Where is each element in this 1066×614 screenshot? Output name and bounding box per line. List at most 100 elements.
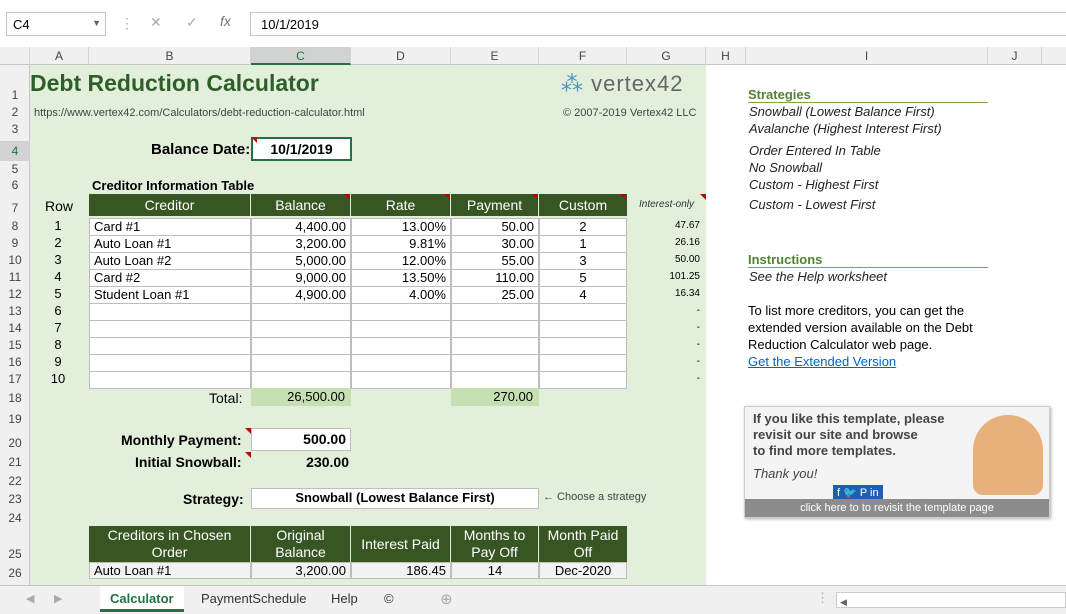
creditor-custom-cell[interactable]	[539, 371, 627, 389]
tab-copyright[interactable]: ©	[374, 586, 404, 612]
creditor-name-cell[interactable]	[89, 371, 251, 389]
column-header[interactable]: H	[706, 47, 746, 65]
horizontal-scrollbar[interactable]: ◀	[836, 592, 1066, 608]
creditor-name-cell[interactable]: Card #2	[89, 269, 251, 287]
social-icons[interactable]: f 🐦 P in	[833, 485, 883, 500]
column-header[interactable]: G	[627, 47, 706, 65]
more-icon[interactable]: ⋮	[816, 590, 829, 606]
row-header[interactable]: 24	[0, 511, 30, 525]
row-header[interactable]: 13	[0, 304, 30, 318]
row-header[interactable]: 2	[0, 105, 30, 119]
creditor-custom-cell[interactable]	[539, 303, 627, 321]
creditor-custom-cell[interactable]: 5	[539, 269, 627, 287]
row-header[interactable]: 19	[0, 412, 30, 426]
creditor-name-cell[interactable]: Auto Loan #1	[89, 235, 251, 253]
column-header[interactable]: D	[351, 47, 451, 65]
creditor-balance-cell[interactable]	[251, 320, 351, 338]
creditor-name-cell[interactable]	[89, 354, 251, 372]
creditor-payment-cell[interactable]: 30.00	[451, 235, 539, 253]
creditor-rate-cell[interactable]	[351, 303, 451, 321]
creditor-payment-cell[interactable]: 25.00	[451, 286, 539, 304]
creditor-balance-cell[interactable]	[251, 354, 351, 372]
creditor-name-cell[interactable]: Card #1	[89, 218, 251, 236]
creditor-rate-cell[interactable]	[351, 320, 451, 338]
column-header[interactable]: A	[30, 47, 89, 65]
creditor-payment-cell[interactable]: 110.00	[451, 269, 539, 287]
extended-version-link[interactable]: Get the Extended Version	[748, 354, 896, 369]
row-header[interactable]: 4	[0, 141, 30, 161]
balance-date-cell[interactable]: 10/1/2019	[251, 137, 352, 161]
creditor-balance-cell[interactable]: 3,200.00	[251, 235, 351, 253]
row-header[interactable]: 26	[0, 566, 30, 580]
creditor-payment-cell[interactable]: 55.00	[451, 252, 539, 270]
row-header[interactable]: 22	[0, 474, 30, 488]
row-header[interactable]: 7	[0, 201, 30, 215]
row-header[interactable]: 11	[0, 270, 30, 284]
creditor-balance-cell[interactable]	[251, 371, 351, 389]
column-header[interactable]: C	[251, 47, 351, 65]
row-header[interactable]: 18	[0, 391, 30, 405]
creditor-balance-cell[interactable]	[251, 337, 351, 355]
creditor-payment-cell[interactable]	[451, 371, 539, 389]
scroll-left-icon[interactable]: ◀	[26, 592, 34, 605]
creditor-rate-cell[interactable]: 13.50%	[351, 269, 451, 287]
tab-calculator[interactable]: Calculator	[100, 586, 184, 612]
row-header[interactable]: 8	[0, 219, 30, 233]
creditor-rate-cell[interactable]: 12.00%	[351, 252, 451, 270]
cancel-icon[interactable]: ✕	[150, 14, 162, 31]
creditor-custom-cell[interactable]: 1	[539, 235, 627, 253]
creditor-rate-cell[interactable]	[351, 371, 451, 389]
creditor-payment-cell[interactable]	[451, 303, 539, 321]
column-header[interactable]: B	[89, 47, 251, 65]
row-header[interactable]: 14	[0, 321, 30, 335]
row-header[interactable]: 16	[0, 355, 30, 369]
creditor-balance-cell[interactable]: 9,000.00	[251, 269, 351, 287]
creditor-balance-cell[interactable]: 4,400.00	[251, 218, 351, 236]
creditor-rate-cell[interactable]	[351, 354, 451, 372]
name-box[interactable]: C4 ▼	[6, 12, 106, 36]
row-header[interactable]: 15	[0, 338, 30, 352]
creditor-payment-cell[interactable]: 50.00	[451, 218, 539, 236]
tab-payment-schedule[interactable]: PaymentSchedule	[191, 586, 317, 612]
creditor-payment-cell[interactable]	[451, 337, 539, 355]
column-header[interactable]: F	[539, 47, 627, 65]
scroll-left-icon[interactable]: ◀	[837, 597, 847, 607]
row-header[interactable]: 21	[0, 455, 30, 469]
function-icon[interactable]: fx	[220, 13, 231, 29]
creditor-custom-cell[interactable]	[539, 354, 627, 372]
creditor-name-cell[interactable]	[89, 303, 251, 321]
creditor-balance-cell[interactable]: 4,900.00	[251, 286, 351, 304]
chevron-down-icon[interactable]: ▼	[92, 18, 101, 28]
url-link[interactable]: https://www.vertex42.com/Calculators/deb…	[34, 107, 365, 119]
row-header[interactable]: 1	[0, 88, 30, 102]
row-header[interactable]: 12	[0, 287, 30, 301]
enter-icon[interactable]: ✓	[186, 14, 198, 31]
creditor-balance-cell[interactable]: 5,000.00	[251, 252, 351, 270]
row-header[interactable]: 23	[0, 492, 30, 506]
creditor-rate-cell[interactable]: 4.00%	[351, 286, 451, 304]
tab-help[interactable]: Help	[321, 586, 368, 612]
creditor-custom-cell[interactable]: 2	[539, 218, 627, 236]
row-header[interactable]: 5	[0, 162, 30, 176]
strategy-select[interactable]: Snowball (Lowest Balance First)	[251, 488, 539, 509]
creditor-custom-cell[interactable]	[539, 337, 627, 355]
revisit-link[interactable]: click here to to revisit the template pa…	[745, 499, 1049, 517]
row-header[interactable]: 6	[0, 178, 30, 192]
select-all[interactable]	[0, 47, 30, 65]
creditor-rate-cell[interactable]	[351, 337, 451, 355]
creditor-rate-cell[interactable]: 9.81%	[351, 235, 451, 253]
creditor-name-cell[interactable]	[89, 337, 251, 355]
creditor-balance-cell[interactable]	[251, 303, 351, 321]
formula-input[interactable]: 10/1/2019	[250, 12, 1066, 36]
creditor-payment-cell[interactable]	[451, 354, 539, 372]
row-header[interactable]: 17	[0, 372, 30, 386]
column-header[interactable]: I	[746, 47, 988, 65]
row-header[interactable]: 10	[0, 253, 30, 267]
column-header[interactable]: E	[451, 47, 539, 65]
row-header[interactable]: 9	[0, 236, 30, 250]
creditor-name-cell[interactable]: Auto Loan #2	[89, 252, 251, 270]
row-header[interactable]: 3	[0, 122, 30, 136]
scroll-right-icon[interactable]: ▶	[54, 592, 62, 605]
creditor-custom-cell[interactable]: 4	[539, 286, 627, 304]
creditor-rate-cell[interactable]: 13.00%	[351, 218, 451, 236]
